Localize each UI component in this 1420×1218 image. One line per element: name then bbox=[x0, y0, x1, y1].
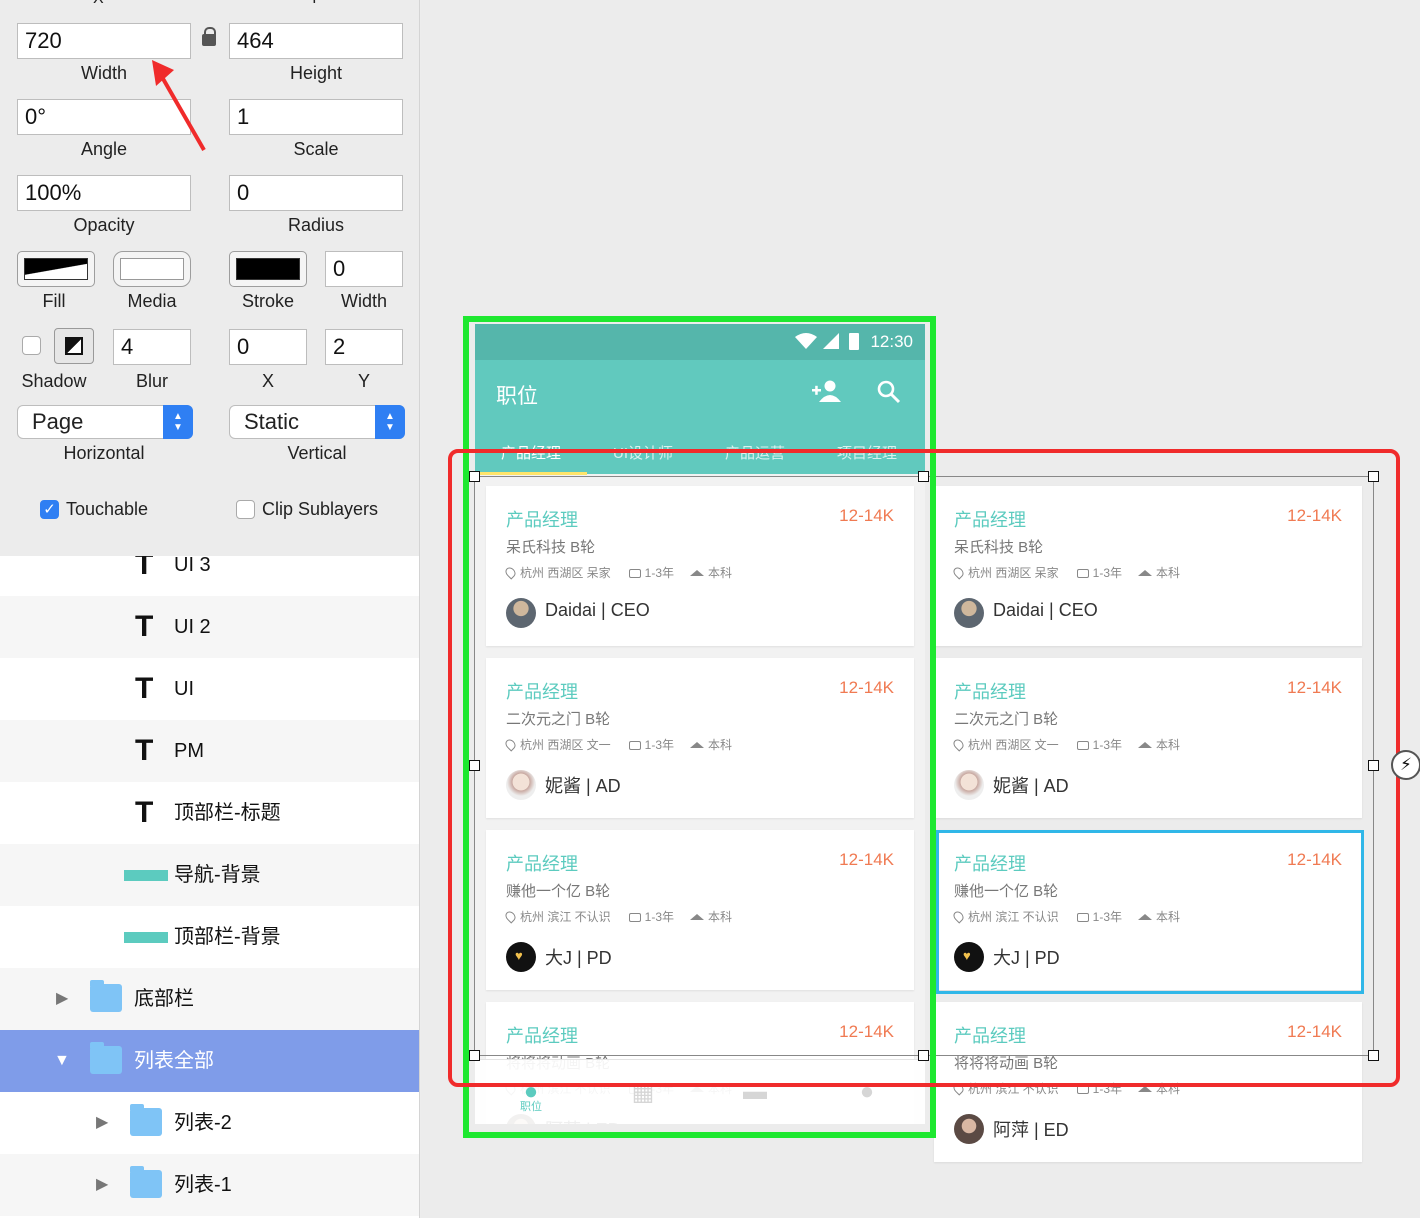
fill-swatch[interactable] bbox=[17, 251, 95, 287]
layer-label: UI bbox=[174, 678, 194, 700]
collapse-triangle-icon[interactable]: ▼ bbox=[54, 1030, 70, 1092]
height-label: Height bbox=[289, 63, 343, 83]
layer-nav-background[interactable]: 导航-背景 bbox=[0, 844, 419, 906]
opacity-label: Opacity bbox=[73, 215, 135, 235]
layer-bottom-bar[interactable]: ▶ 底部栏 bbox=[0, 968, 419, 1030]
scale-input[interactable]: 1 bbox=[229, 99, 403, 135]
shadow-color-preview bbox=[65, 337, 83, 355]
shadow-x-input[interactable]: 0 bbox=[229, 329, 307, 365]
shadow-y-input[interactable]: 2 bbox=[325, 329, 403, 365]
layer-label: 列表全部 bbox=[134, 1050, 214, 1072]
avatar bbox=[954, 1114, 984, 1144]
fill-label: Fill bbox=[42, 291, 66, 311]
blur-label: Blur bbox=[135, 371, 168, 391]
text-layer-icon: T bbox=[135, 556, 154, 581]
layer-topbar-background[interactable]: 顶部栏-背景 bbox=[0, 906, 419, 968]
shape-layer-icon bbox=[124, 870, 168, 881]
vertical-select-value: Static bbox=[244, 409, 300, 434]
shadow-label: Shadow bbox=[21, 371, 87, 391]
folder-icon bbox=[90, 980, 122, 1012]
lock-icon[interactable] bbox=[202, 27, 216, 46]
expand-triangle-icon[interactable]: ▶ bbox=[96, 1092, 108, 1154]
layer-list-1[interactable]: ▶ 列表-1 bbox=[0, 1154, 419, 1216]
resize-handle-tl[interactable] bbox=[469, 471, 480, 482]
layer-pm[interactable]: T PM bbox=[0, 720, 419, 782]
select-arrows-icon: ▲ ▼ bbox=[375, 405, 405, 439]
radius-input[interactable]: 0 bbox=[229, 175, 403, 211]
shadow-color-button[interactable] bbox=[54, 328, 94, 364]
touchable-label: Touchable bbox=[66, 499, 149, 519]
text-layer-icon: T bbox=[135, 672, 154, 705]
layer-label: 顶部栏-标题 bbox=[174, 802, 281, 824]
resize-handle-ml[interactable] bbox=[469, 760, 480, 771]
radius-label: Radius bbox=[287, 215, 345, 235]
opacity-input[interactable]: 100% bbox=[17, 175, 191, 211]
y-label: Y bbox=[309, 0, 320, 8]
layer-list-all[interactable]: ▼ 列表全部 bbox=[0, 1030, 419, 1092]
stroke-width-input[interactable]: 0 bbox=[325, 251, 403, 287]
folder-icon bbox=[130, 1166, 162, 1198]
scale-label: Scale bbox=[293, 139, 339, 159]
clip-sublayers-checkbox[interactable] bbox=[236, 500, 255, 519]
stroke-label: Stroke bbox=[241, 291, 295, 311]
inspector-panel: X Y 720 464 Width Height 0° 1 Angle Scal… bbox=[0, 0, 420, 556]
layer-label: UI 3 bbox=[174, 556, 211, 576]
layer-list-2[interactable]: ▶ 列表-2 bbox=[0, 1092, 419, 1154]
shape-layer-icon bbox=[124, 932, 168, 943]
text-layer-icon: T bbox=[135, 610, 154, 643]
media-preview bbox=[120, 258, 184, 280]
layer-ui[interactable]: T UI bbox=[0, 658, 419, 720]
resize-handle-br[interactable] bbox=[1368, 1050, 1379, 1061]
shadow-y-label: Y bbox=[357, 371, 370, 391]
expand-triangle-icon[interactable]: ▶ bbox=[96, 1154, 108, 1216]
vertical-label: Vertical bbox=[287, 443, 347, 463]
horizontal-select[interactable]: Page ▲ ▼ bbox=[17, 405, 193, 439]
resize-handle-bl[interactable] bbox=[469, 1050, 480, 1061]
x-label: X bbox=[93, 0, 104, 8]
height-input[interactable]: 464 bbox=[229, 23, 403, 59]
folder-icon bbox=[90, 1042, 122, 1074]
event-bolt-icon[interactable]: ⚡ bbox=[1391, 750, 1420, 780]
stroke-width-label: Width bbox=[340, 291, 387, 311]
recruiter-name: 阿萍 | ED bbox=[993, 1120, 1069, 1140]
layer-ui-3[interactable]: T UI 3 bbox=[0, 556, 419, 596]
select-arrows-icon: ▲ ▼ bbox=[163, 405, 193, 439]
layers-panel: T UI 3 T UI 2 T UI T PM T 顶部栏-标题 导航-背景 顶… bbox=[0, 556, 420, 1218]
folder-icon bbox=[130, 1104, 162, 1136]
touchable-checkbox[interactable]: ✓ bbox=[40, 500, 59, 519]
fill-preview bbox=[24, 258, 88, 280]
vertical-select[interactable]: Static ▲ ▼ bbox=[229, 405, 405, 439]
layer-label: UI 2 bbox=[174, 616, 211, 638]
red-annotation-frame bbox=[448, 449, 1400, 1087]
layer-label: 底部栏 bbox=[134, 988, 194, 1010]
layer-ui-2[interactable]: T UI 2 bbox=[0, 596, 419, 658]
blur-input[interactable]: 4 bbox=[113, 329, 191, 365]
shadow-x-label: X bbox=[261, 371, 274, 391]
resize-handle-mr[interactable] bbox=[1368, 760, 1379, 771]
layer-topbar-title[interactable]: T 顶部栏-标题 bbox=[0, 782, 419, 844]
resize-handle-tr[interactable] bbox=[1368, 471, 1379, 482]
media-label: Media bbox=[127, 291, 177, 311]
text-layer-icon: T bbox=[135, 796, 154, 829]
text-layer-icon: T bbox=[135, 734, 154, 767]
layer-label: 列表-2 bbox=[174, 1112, 232, 1134]
expand-triangle-icon[interactable]: ▶ bbox=[56, 968, 68, 1030]
resize-handle-bm[interactable] bbox=[918, 1050, 929, 1061]
shadow-checkbox[interactable] bbox=[22, 336, 41, 355]
clip-sublayers-label: Clip Sublayers bbox=[262, 499, 379, 519]
layer-label: 列表-1 bbox=[174, 1174, 232, 1196]
stroke-preview bbox=[236, 258, 300, 280]
layer-label: PM bbox=[174, 740, 204, 762]
stroke-swatch[interactable] bbox=[229, 251, 307, 287]
width-input[interactable]: 720 bbox=[17, 23, 191, 59]
layer-label: 顶部栏-背景 bbox=[174, 926, 281, 948]
resize-handle-tm[interactable] bbox=[918, 471, 929, 482]
red-arrow-annotation bbox=[152, 60, 206, 151]
horizontal-label: Horizontal bbox=[63, 443, 145, 463]
layer-label: 导航-背景 bbox=[174, 864, 261, 886]
media-swatch[interactable] bbox=[113, 251, 191, 287]
horizontal-select-value: Page bbox=[32, 409, 84, 434]
